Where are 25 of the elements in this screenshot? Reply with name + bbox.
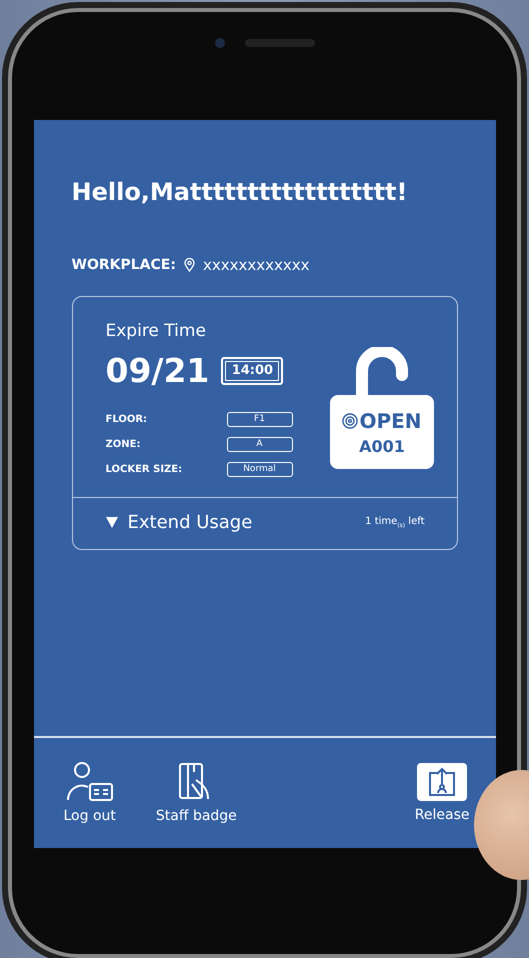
workplace-value: xxxxxxxxxxxx [202,256,310,274]
field-label: ZONE: [106,439,142,450]
field-value: Normal [226,462,292,477]
speaker-grille [244,39,314,47]
field-value: F1 [226,412,292,427]
remaining-uses: 1 time$_{(s)}$ left [365,516,424,529]
expire-date: 09/21 [106,351,210,390]
expand-triangle-icon[interactable] [106,517,118,528]
locker-number: A001 [359,436,405,456]
workplace-label: WORKPLACE: [72,257,176,273]
field-label: LOCKER SIZE: [106,464,184,475]
logout-nav-button[interactable]: Log out [64,762,116,824]
person-card-icon [66,762,114,802]
release-upload-icon [427,767,458,797]
alarm-clock-display: 14:00 [221,356,284,384]
field-label: FLOOR: [106,414,148,425]
location-pin-icon [184,258,195,272]
greeting-title: Hello,Matttttttttttttttttt! [72,178,408,206]
field-value: A [226,437,292,452]
camera-lens [214,38,224,48]
lock-status: OPEN [359,408,422,432]
extend-usage-label[interactable]: Extend Usage [128,512,366,533]
badge-nav-button[interactable]: Staff badge [156,762,237,824]
fingerprint-icon [342,412,358,428]
expire-time-title: Expire Time [106,321,207,341]
